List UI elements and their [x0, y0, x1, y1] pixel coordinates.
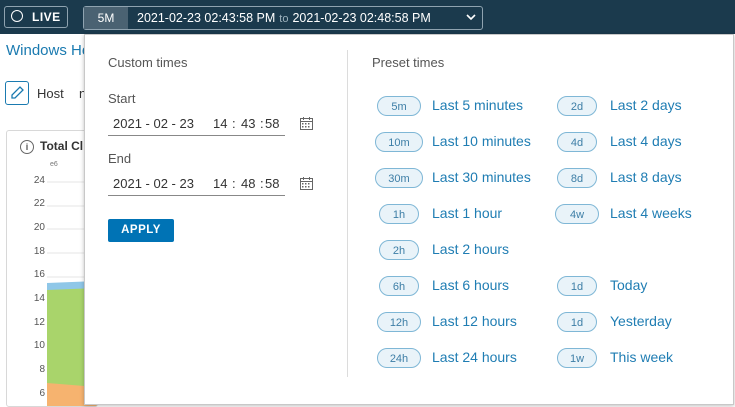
- start-minute[interactable]: 43: [241, 116, 255, 131]
- preset-chip[interactable]: 1d: [557, 276, 597, 296]
- range-start: 2021-02-23 02:43:58 PM: [137, 11, 276, 25]
- range-end: 2021-02-23 02:48:58 PM: [292, 11, 431, 25]
- preset-chip[interactable]: 2d: [557, 96, 597, 116]
- calendar-icon[interactable]: [300, 117, 313, 130]
- preset-chip[interactable]: 30m: [375, 168, 423, 188]
- page-title[interactable]: Windows He: [6, 42, 90, 59]
- info-icon[interactable]: i: [20, 140, 34, 154]
- host-label: Host: [37, 86, 64, 101]
- live-label: LIVE: [32, 10, 61, 24]
- preset-link[interactable]: Yesterday: [610, 313, 672, 329]
- preset-link[interactable]: Last 5 minutes: [432, 97, 523, 113]
- apply-button[interactable]: APPLY: [108, 219, 174, 242]
- preset-chip[interactable]: 8d: [557, 168, 597, 188]
- time-range-selector[interactable]: 5M 2021-02-23 02:43:58 PM to 2021-02-23 02…: [83, 6, 483, 30]
- y-tick: 10: [33, 340, 45, 351]
- preset-chip[interactable]: 10m: [375, 132, 423, 152]
- preset-link[interactable]: Last 30 minutes: [432, 169, 531, 185]
- preset-link[interactable]: Last 6 hours: [432, 277, 509, 293]
- preset-times-title: Preset times: [372, 55, 445, 70]
- range-duration-chip[interactable]: 5M: [84, 7, 128, 29]
- y-tick: 14: [33, 293, 45, 304]
- start-hour[interactable]: 14: [213, 116, 227, 131]
- start-second[interactable]: 58: [265, 116, 279, 131]
- end-label: End: [108, 151, 132, 166]
- y-tick: 22: [33, 198, 45, 209]
- preset-link[interactable]: Last 8 days: [610, 169, 682, 185]
- y-tick: 8: [39, 364, 45, 375]
- y-tick: 6: [39, 388, 45, 399]
- edit-button[interactable]: [5, 81, 29, 105]
- preset-chip[interactable]: 4d: [557, 132, 597, 152]
- pencil-icon: [11, 86, 24, 99]
- y-tick: 12: [33, 317, 45, 328]
- preset-link[interactable]: Last 2 hours: [432, 241, 509, 257]
- chevron-down-icon[interactable]: [464, 10, 478, 24]
- y-tick: 18: [33, 246, 45, 257]
- preset-link[interactable]: Last 4 weeks: [610, 205, 692, 221]
- preset-link[interactable]: Last 12 hours: [432, 313, 517, 329]
- custom-times-title: Custom times: [108, 55, 188, 70]
- start-label: Start: [108, 91, 136, 106]
- preset-chip[interactable]: 2h: [379, 240, 419, 260]
- range-to: to: [279, 13, 289, 25]
- live-button[interactable]: LIVE: [4, 6, 68, 28]
- top-bar: LIVE 5M 2021-02-23 02:43:58 PM to 2021-02-…: [0, 0, 735, 34]
- preset-link[interactable]: Last 2 days: [610, 97, 682, 113]
- end-minute[interactable]: 48: [241, 176, 255, 191]
- end-date[interactable]: 2021 - 02 - 23: [113, 176, 194, 191]
- popover-divider: [347, 50, 348, 377]
- card-title: Total Cl: [40, 139, 84, 153]
- live-circle-icon: [11, 10, 23, 22]
- start-date[interactable]: 2021 - 02 - 23: [113, 116, 194, 131]
- preset-chip[interactable]: 4w: [555, 204, 599, 224]
- preset-link[interactable]: This week: [610, 349, 673, 365]
- preset-chip[interactable]: 5m: [377, 96, 421, 116]
- start-datetime-input[interactable]: 2021 - 02 - 23 14 : 43 : 58: [108, 112, 285, 136]
- preset-chip[interactable]: 1d: [557, 312, 597, 332]
- y-tick: 16: [33, 269, 45, 280]
- end-second[interactable]: 58: [265, 176, 279, 191]
- preset-link[interactable]: Last 24 hours: [432, 349, 517, 365]
- range-text: 2021-02-23 02:43:58 PM to 2021-02-23 02:48…: [137, 11, 431, 25]
- y-tick: 20: [33, 222, 45, 233]
- end-hour[interactable]: 14: [213, 176, 227, 191]
- calendar-icon[interactable]: [300, 177, 313, 190]
- end-datetime-input[interactable]: 2021 - 02 - 23 14 : 48 : 58: [108, 172, 285, 196]
- time-range-popover: Custom times Start 2021 - 02 - 23 14 : 4…: [84, 34, 734, 405]
- preset-chip[interactable]: 1h: [379, 204, 419, 224]
- preset-chip[interactable]: 6h: [379, 276, 419, 296]
- preset-link[interactable]: Last 1 hour: [432, 205, 502, 221]
- preset-link[interactable]: Last 10 minutes: [432, 133, 531, 149]
- preset-chip[interactable]: 24h: [377, 348, 421, 368]
- y-tick: 24: [33, 175, 45, 186]
- preset-chip[interactable]: 12h: [377, 312, 421, 332]
- preset-chip[interactable]: 1w: [557, 348, 597, 368]
- preset-link[interactable]: Last 4 days: [610, 133, 682, 149]
- preset-link[interactable]: Today: [610, 277, 647, 293]
